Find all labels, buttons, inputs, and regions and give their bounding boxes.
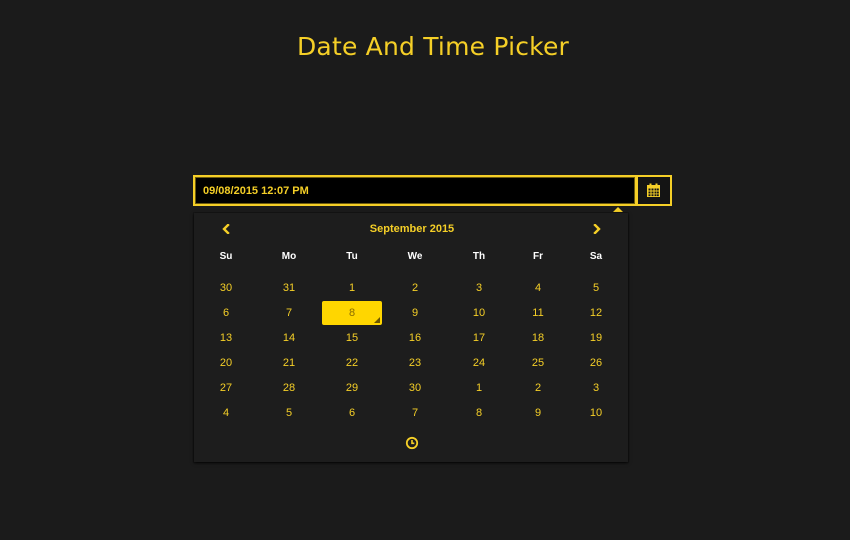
- day-cell[interactable]: 14: [269, 328, 309, 348]
- clock-icon: [405, 436, 419, 450]
- day-cell[interactable]: 1: [459, 378, 499, 398]
- weekday-header: We: [407, 251, 423, 262]
- day-cell[interactable]: 31: [269, 278, 309, 298]
- datetime-input[interactable]: [193, 175, 637, 206]
- day-cell[interactable]: 22: [332, 353, 372, 373]
- calendar-icon: [647, 183, 660, 197]
- day-cell[interactable]: 28: [269, 378, 309, 398]
- day-cell[interactable]: 3: [576, 378, 616, 398]
- day-cell[interactable]: 9: [395, 303, 435, 323]
- day-cell[interactable]: 19: [576, 328, 616, 348]
- day-cell[interactable]: 6: [206, 303, 246, 323]
- chevron-right-icon: [593, 224, 601, 234]
- day-cell[interactable]: 15: [332, 328, 372, 348]
- day-cell[interactable]: 9: [518, 403, 558, 423]
- day-cell[interactable]: 21: [269, 353, 309, 373]
- day-cell[interactable]: 4: [518, 278, 558, 298]
- day-cell[interactable]: 30: [206, 278, 246, 298]
- selected-day-cell[interactable]: 8: [322, 301, 382, 325]
- day-cell[interactable]: 10: [576, 403, 616, 423]
- day-cell[interactable]: 17: [459, 328, 499, 348]
- day-cell[interactable]: 1: [332, 278, 372, 298]
- weekday-header: Fr: [533, 251, 543, 262]
- day-cell[interactable]: 23: [395, 353, 435, 373]
- day-cell[interactable]: 18: [518, 328, 558, 348]
- weekday-header: Tu: [346, 251, 358, 262]
- chevron-left-icon: [222, 224, 230, 234]
- weekday-header: Th: [472, 251, 486, 262]
- date-picker-popup: September 2015 Su Mo Tu We Th Fr Sa 30 31 1 2 3 4 5 6…: [194, 213, 628, 462]
- day-cell[interactable]: 20: [206, 353, 246, 373]
- prev-month-button[interactable]: [216, 221, 236, 237]
- time-toggle-button[interactable]: [405, 435, 419, 450]
- day-cell[interactable]: 4: [206, 403, 246, 423]
- picker-header: September 2015: [194, 221, 628, 237]
- month-title[interactable]: September 2015: [254, 221, 570, 237]
- weekday-header: Sa: [589, 251, 603, 262]
- day-cell[interactable]: 13: [206, 328, 246, 348]
- weekday-header: Mo: [281, 251, 297, 262]
- page-title: Date And Time Picker: [296, 32, 570, 61]
- day-cell[interactable]: 7: [395, 403, 435, 423]
- day-cell[interactable]: 3: [459, 278, 499, 298]
- day-cell[interactable]: 2: [518, 378, 558, 398]
- day-cell[interactable]: 5: [576, 278, 616, 298]
- day-cell[interactable]: 8: [459, 403, 499, 423]
- day-cell[interactable]: 30: [395, 378, 435, 398]
- day-cell[interactable]: 12: [576, 303, 616, 323]
- calendar-button[interactable]: [637, 175, 672, 206]
- day-cell[interactable]: 25: [518, 353, 558, 373]
- day-cell[interactable]: 6: [332, 403, 372, 423]
- day-cell[interactable]: 29: [332, 378, 372, 398]
- day-cell[interactable]: 2: [395, 278, 435, 298]
- next-month-button[interactable]: [587, 221, 607, 237]
- weekday-header: Su: [219, 251, 233, 262]
- day-cell[interactable]: 26: [576, 353, 616, 373]
- day-cell[interactable]: 27: [206, 378, 246, 398]
- day-cell[interactable]: 11: [518, 303, 558, 323]
- day-cell[interactable]: 5: [269, 403, 309, 423]
- day-cell[interactable]: 24: [459, 353, 499, 373]
- day-cell[interactable]: 10: [459, 303, 499, 323]
- datetime-input-group: [193, 175, 672, 206]
- day-cell[interactable]: 16: [395, 328, 435, 348]
- day-cell[interactable]: 7: [269, 303, 309, 323]
